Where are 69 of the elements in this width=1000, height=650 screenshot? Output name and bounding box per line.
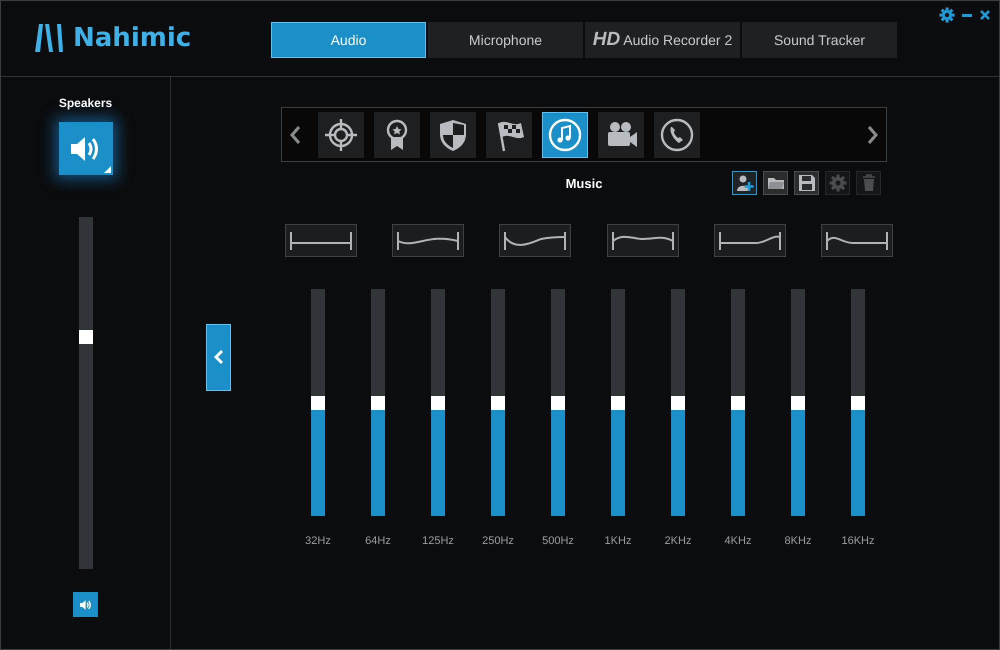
volume-button[interactable] [73,592,98,617]
eq-slider[interactable] [311,289,325,516]
eq-slider[interactable] [671,289,685,516]
frequency-label: 64Hz [365,535,391,547]
tab[interactable]: Audio [271,22,426,58]
device-title: Speakers [58,96,112,110]
slider-thumb[interactable] [78,330,92,344]
speaker-icon [78,598,92,610]
profile-button[interactable] [318,112,364,158]
slider-thumb[interactable] [851,396,865,410]
frequency-label: 1KHz [604,535,632,547]
eq-slider[interactable] [611,289,625,516]
save-button[interactable] [794,171,819,195]
frequency-label: 8KHz [784,535,812,547]
folder-button[interactable] [763,171,788,195]
eq-slider[interactable] [731,289,745,516]
slider-thumb[interactable] [551,396,565,410]
slider-thumb[interactable] [431,396,445,410]
slider-thumb[interactable] [611,396,625,410]
frequency-label: 32Hz [305,535,331,547]
eq-slider[interactable] [371,289,385,516]
settings-icon[interactable] [939,7,955,23]
frequency-label: 125Hz [422,535,454,547]
eq-slider[interactable] [491,289,505,516]
profile-button[interactable] [654,112,700,158]
phone-icon [659,116,695,152]
frequency-label: 16KHz [841,535,875,547]
profile-button[interactable] [598,112,644,158]
eq-slider[interactable] [551,289,565,516]
app-logo: Nahimic [73,23,192,53]
eq-slider[interactable] [431,289,445,516]
collapse-button[interactable] [206,324,231,390]
chevron-right-icon[interactable] [866,124,880,144]
chevron-left-icon [212,349,224,365]
frequency-label: 2KHz [664,535,692,547]
frequency-label: 4KHz [724,535,752,547]
tab[interactable]: HD Audio Recorder 2 [585,22,740,58]
tab[interactable]: Microphone [428,22,583,58]
profile-name: Music [566,176,602,190]
music-icon [547,116,583,152]
slider-thumb[interactable] [731,396,745,410]
slider-thumb[interactable] [311,396,325,410]
profile-button[interactable] [430,112,476,158]
speaker-button[interactable] [58,122,112,175]
gear-icon [828,174,846,192]
eq-slider[interactable] [791,289,805,516]
eq-curve-button[interactable] [392,224,464,257]
save-icon [798,174,816,192]
eq-curve-button[interactable] [499,224,572,257]
eq-curve-button[interactable] [820,224,893,257]
eq-slider[interactable] [851,289,865,516]
profile-button[interactable] [374,112,420,158]
chevron-left-icon[interactable] [288,124,302,144]
slider-thumb[interactable] [671,396,685,410]
volume-slider[interactable] [78,217,92,569]
slider-thumb[interactable] [791,396,805,410]
crosshair-icon [323,116,359,152]
frequency-label: 500Hz [542,535,574,547]
add-user-button[interactable] [732,171,757,195]
eq-curve-button[interactable] [285,224,357,257]
eq-curve-button[interactable] [714,224,786,257]
frequency-label: 250Hz [482,535,514,547]
eq-curve-button[interactable] [606,224,679,257]
slider-thumb[interactable] [491,396,505,410]
add-user-icon [736,174,754,192]
profile-button[interactable] [486,112,532,158]
close-icon[interactable] [979,9,991,21]
tab[interactable]: Sound Tracker [742,22,897,58]
slider-thumb[interactable] [371,396,385,410]
